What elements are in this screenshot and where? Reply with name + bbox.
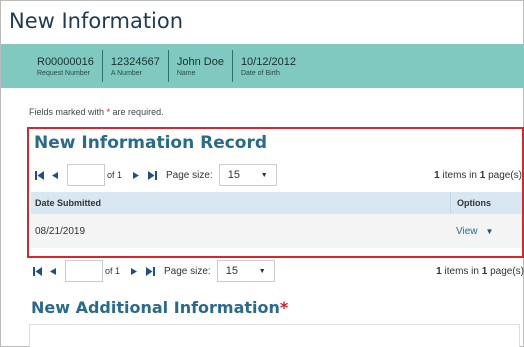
info-a-number: 12324567 A Number (103, 50, 169, 82)
page-size-value: 15 (225, 265, 238, 277)
page-count-text: of 1 (107, 170, 123, 180)
page-title: New Information (9, 9, 184, 33)
previous-page-button[interactable] (47, 164, 63, 186)
required-fields-note: Fields marked with * are required. (29, 107, 164, 117)
page-size-select[interactable]: 15 ▼ (218, 164, 277, 186)
grid-pager-top: of 1 Page size: 15 ▼ 1 items in 1 page(s… (31, 162, 522, 188)
additional-information-title: New Additional Information* (31, 298, 288, 317)
info-label: Request Number (37, 69, 90, 77)
page-size-value: 15 (227, 169, 240, 181)
applicant-info-bar: R00000016 Request Number 12324567 A Numb… (1, 44, 524, 88)
required-note-suffix: are required. (110, 107, 164, 117)
previous-page-icon (52, 171, 58, 179)
items-info-text: 1 items in 1 page(s) (434, 170, 522, 181)
items-mid-text: items in (441, 265, 482, 277)
items-mid-text: items in (439, 169, 480, 181)
info-name: John Doe Name (169, 50, 233, 82)
page-count-text: of 1 (105, 266, 121, 276)
last-page-button[interactable] (142, 260, 158, 282)
cell-date-submitted: 08/21/2019 (35, 225, 86, 237)
page-number-input[interactable] (65, 260, 103, 282)
next-page-button[interactable] (126, 260, 142, 282)
last-page-button[interactable] (144, 164, 160, 186)
chevron-down-icon: ▼ (258, 267, 266, 275)
additional-information-textarea[interactable] (29, 324, 520, 347)
items-suffix-text: page(s) (485, 169, 522, 181)
column-header-options: Options (450, 192, 522, 214)
first-page-button[interactable] (31, 164, 47, 186)
view-options-dropdown[interactable]: View ▼ (450, 226, 522, 237)
next-page-icon (131, 267, 138, 275)
new-information-record-panel: New Information Record of 1 Page size: 1… (27, 127, 524, 258)
previous-page-icon (50, 267, 56, 275)
grid-pager-bottom: of 1 Page size: 15 ▼ 1 items in 1 page(s… (29, 258, 524, 284)
chevron-down-icon: ▼ (260, 171, 268, 179)
caret-down-icon: ▼ (485, 226, 494, 236)
first-page-button[interactable] (29, 260, 45, 282)
additional-title-text: New Additional Information (31, 298, 280, 317)
info-value: 12324567 (110, 55, 160, 68)
required-note-prefix: Fields marked with (29, 107, 107, 117)
previous-page-button[interactable] (45, 260, 61, 282)
column-header-date-submitted[interactable]: Date Submitted (31, 198, 450, 208)
info-label: Name (176, 69, 196, 77)
info-label: Date of Birth (240, 69, 280, 77)
next-page-icon (133, 171, 140, 179)
items-suffix-text: page(s) (487, 265, 524, 277)
required-star: * (279, 298, 289, 317)
last-page-icon (145, 266, 155, 276)
info-request-number: R00000016 Request Number (29, 50, 103, 82)
items-info-text: 1 items in 1 page(s) (436, 266, 524, 277)
record-section-title: New Information Record (34, 133, 268, 153)
info-date-of-birth: 10/12/2012 Date of Birth (233, 50, 304, 82)
next-page-button[interactable] (128, 164, 144, 186)
page-frame: New Information R00000016 Request Number… (0, 0, 524, 347)
info-label: A Number (110, 69, 143, 77)
info-value: John Doe (176, 55, 224, 68)
info-value: 10/12/2012 (240, 55, 296, 68)
grid-header-row: Date Submitted Options (31, 192, 522, 214)
page-size-label: Page size: (164, 265, 211, 277)
info-value: R00000016 (37, 55, 94, 68)
view-action-label: View (456, 225, 478, 237)
page-size-select[interactable]: 15 ▼ (216, 260, 275, 282)
first-page-icon (34, 170, 44, 180)
page-size-label: Page size: (166, 169, 213, 181)
last-page-icon (147, 170, 157, 180)
first-page-icon (32, 266, 42, 276)
table-row: 08/21/2019 View ▼ (31, 214, 522, 248)
page-number-input[interactable] (67, 164, 105, 186)
